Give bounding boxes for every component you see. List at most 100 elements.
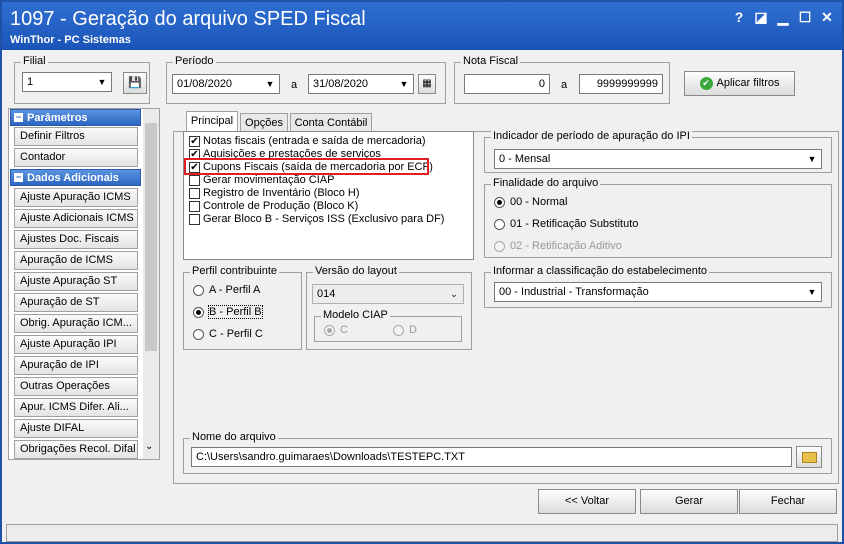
- sidebar-item[interactable]: Ajuste Apuração ICMS: [14, 188, 138, 207]
- periodo-to-input[interactable]: 31/08/2020 ▼: [308, 74, 414, 94]
- scrollbar-thumb[interactable]: [145, 123, 157, 351]
- classificacao-select[interactable]: 00 - Industrial - Transformação ▼: [494, 282, 822, 302]
- tab-principal[interactable]: Principal: [186, 111, 238, 133]
- radio-perfil-c[interactable]: C - Perfil C: [193, 328, 263, 340]
- sidebar-item-definir-filtros[interactable]: Definir Filtros: [14, 127, 138, 146]
- tab-opcoes[interactable]: Opções: [240, 113, 288, 133]
- radio-retificacao-substituto[interactable]: 01 - Retificação Substituto: [494, 218, 638, 230]
- browse-button[interactable]: [796, 446, 822, 468]
- filial-value: 1: [27, 76, 34, 88]
- sidebar-item[interactable]: Ajuste DIFAL: [14, 419, 138, 438]
- checkbox-label: Notas fiscais (entrada e saída de mercad…: [203, 135, 426, 148]
- tab-conta-contabil[interactable]: Conta Contábil: [290, 113, 372, 133]
- sidebar-section-parametros[interactable]: − Parâmetros: [10, 109, 141, 126]
- ipi-select[interactable]: 0 - Mensal ▼: [494, 149, 822, 169]
- layout-select[interactable]: 014 ⌄: [312, 284, 464, 304]
- checkbox-ciap[interactable]: Gerar movimentação CIAP: [189, 174, 334, 187]
- save-button[interactable]: 💾: [123, 72, 147, 94]
- ciap-label: Modelo CIAP: [321, 309, 390, 321]
- checkbox-inventario[interactable]: Registro de Inventário (Bloco H): [189, 187, 360, 200]
- floppy-icon: 💾: [128, 77, 142, 89]
- nota-from-input[interactable]: 0: [464, 74, 550, 94]
- sidebar-item[interactable]: Outras Operações: [14, 377, 138, 396]
- filial-select[interactable]: 1 ▼: [22, 72, 112, 92]
- radio-normal[interactable]: 00 - Normal: [494, 196, 567, 208]
- radio-ciap-d: D: [393, 324, 417, 336]
- sidebar-section-label: Parâmetros: [27, 112, 88, 124]
- sidebar-item-contador[interactable]: Contador: [14, 148, 138, 167]
- checkbox-icon: [189, 200, 200, 212]
- chevron-down-icon: ▼: [265, 79, 275, 89]
- checkbox-icon: [189, 174, 200, 186]
- finalidade-label: Finalidade do arquivo: [491, 177, 601, 189]
- main-window: 1097 - Geração do arquivo SPED Fiscal Wi…: [0, 0, 844, 544]
- highlight-box: [184, 158, 429, 175]
- periodo-from-value: 01/08/2020: [177, 78, 233, 90]
- sidebar-item[interactable]: Ajustes Doc. Fiscais: [14, 230, 138, 249]
- radio-perfil-a[interactable]: A - Perfil A: [193, 284, 260, 296]
- checkbox-bloco-b[interactable]: Gerar Bloco B - Serviços ISS (Exclusivo …: [189, 213, 444, 226]
- edit-icon[interactable]: ◪: [752, 8, 770, 26]
- checkbox-icon: [189, 213, 200, 225]
- folder-icon: [801, 451, 817, 463]
- radio-icon: [494, 218, 505, 230]
- checkbox-label: Gerar movimentação CIAP: [203, 174, 335, 187]
- ipi-label: Indicador de período de apuração do IPI: [491, 130, 692, 142]
- radio-perfil-b[interactable]: B - Perfil B: [193, 305, 263, 319]
- ipi-value: 0 - Mensal: [499, 153, 551, 165]
- radio-icon: [193, 306, 204, 318]
- periodo-from-input[interactable]: 01/08/2020 ▼: [172, 74, 280, 94]
- apply-filters-button[interactable]: ✔ Aplicar filtros: [684, 71, 795, 96]
- radio-label: 01 - Retificação Substituto: [510, 218, 639, 230]
- radio-icon: [193, 328, 204, 340]
- checkbox-icon: [189, 187, 200, 199]
- close-window-button[interactable]: ✕: [818, 8, 836, 26]
- sidebar-item[interactable]: Apuração de ST: [14, 293, 138, 312]
- radio-retificacao-aditivo: 02 - Retificação Aditivo: [494, 240, 622, 252]
- scroll-down-icon[interactable]: ⌄: [145, 441, 153, 452]
- minimize-button[interactable]: ▁: [774, 8, 792, 26]
- maximize-button[interactable]: ☐: [796, 8, 814, 26]
- radio-ciap-c: C: [324, 324, 348, 336]
- sidebar-item[interactable]: Ajuste Adicionais ICMS: [14, 209, 138, 228]
- help-button[interactable]: ?: [730, 8, 748, 26]
- radio-label: A - Perfil A: [209, 284, 261, 296]
- calendar-button[interactable]: ▦: [418, 74, 436, 94]
- nota-fiscal-label: Nota Fiscal: [461, 55, 521, 67]
- radio-icon: [193, 284, 204, 296]
- sidebar-item[interactable]: Obrigações Recol. Difal: [14, 440, 138, 459]
- radio-label: B - Perfil B: [208, 305, 263, 319]
- sidebar-scrollbar[interactable]: ⌄: [143, 109, 159, 459]
- radio-label: 02 - Retificação Aditivo: [510, 240, 622, 252]
- nota-to-input[interactable]: 9999999999: [579, 74, 663, 94]
- sidebar-section-dados-adicionais[interactable]: − Dados Adicionais: [10, 169, 141, 186]
- chevron-down-icon: ▼: [807, 287, 817, 297]
- generate-button[interactable]: Gerar: [640, 489, 738, 514]
- sidebar-item[interactable]: Apur. ICMS Difer. Ali...: [14, 398, 138, 417]
- collapse-icon: −: [14, 172, 23, 182]
- checkbox-label: Controle de Produção (Bloco K): [203, 200, 359, 213]
- sidebar-item[interactable]: Ajuste Apuração IPI: [14, 335, 138, 354]
- checkbox-icon: ✔: [189, 135, 200, 147]
- checkbox-label: Registro de Inventário (Bloco H): [203, 187, 360, 200]
- radio-icon: [393, 324, 404, 336]
- arquivo-label: Nome do arquivo: [190, 431, 278, 443]
- sidebar-item[interactable]: Apuração de IPI: [14, 356, 138, 375]
- radio-label: D: [409, 324, 417, 336]
- sidebar-item[interactable]: Obrig. Apuração ICM...: [14, 314, 138, 333]
- radio-icon: [494, 240, 505, 252]
- check-circle-icon: ✔: [699, 76, 713, 90]
- checkbox-notas-fiscais[interactable]: ✔ Notas fiscais (entrada e saída de merca…: [189, 135, 426, 148]
- window-subtitle: WinThor - PC Sistemas: [10, 34, 131, 46]
- apply-filters-label: Aplicar filtros: [716, 77, 780, 90]
- radio-label: 00 - Normal: [510, 196, 568, 208]
- radio-icon: [494, 196, 505, 208]
- close-button[interactable]: Fechar: [739, 489, 837, 514]
- sidebar-item[interactable]: Apuração de ICMS: [14, 251, 138, 270]
- collapse-icon: −: [14, 112, 23, 122]
- checkbox-producao[interactable]: Controle de Produção (Bloco K): [189, 200, 358, 213]
- sidebar-item[interactable]: Ajuste Apuração ST: [14, 272, 138, 291]
- arquivo-input[interactable]: C:\Users\sandro.guimaraes\Downloads\TEST…: [191, 447, 792, 467]
- back-button[interactable]: << Voltar: [538, 489, 636, 514]
- periodo-separator: a: [291, 79, 298, 91]
